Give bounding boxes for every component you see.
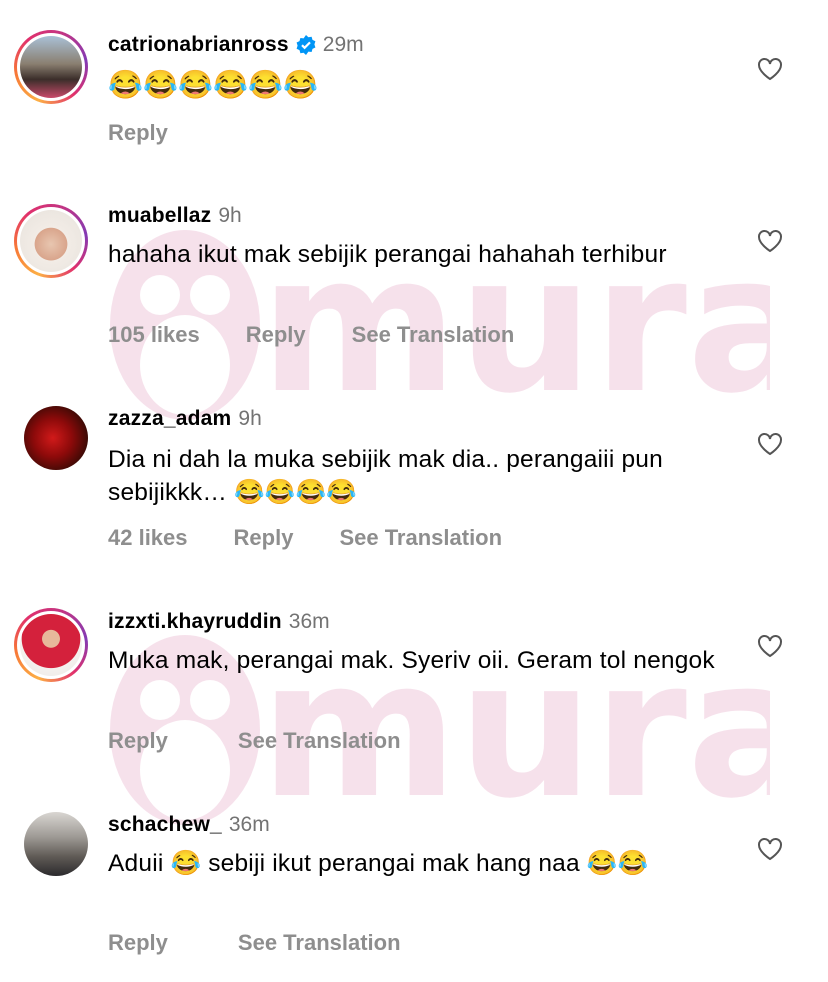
heart-icon[interactable] [757, 634, 783, 658]
avatar[interactable] [24, 812, 88, 876]
reply-button[interactable]: Reply [234, 525, 294, 551]
reply-button[interactable]: Reply [108, 930, 168, 956]
username[interactable]: zazza_adam [108, 407, 231, 431]
username[interactable]: catrionabrianross [108, 33, 289, 57]
heart-icon[interactable] [757, 837, 783, 861]
verified-badge-icon [296, 35, 316, 55]
username[interactable]: muabellaz [108, 204, 211, 228]
reply-button[interactable]: Reply [108, 728, 168, 754]
comment-text: Muka mak, perangai mak. Syeriv oii. Gera… [108, 647, 715, 674]
comment-time: 9h [218, 204, 242, 227]
comment-text: Aduii 😂 sebiji ikut perangai mak hang na… [108, 850, 649, 877]
comment-text: hahaha ikut mak sebijik perangai hahahah… [108, 241, 667, 268]
comment-time: 36m [288, 610, 330, 633]
see-translation-button[interactable]: See Translation [339, 525, 502, 551]
comment-time: 9h [238, 407, 262, 430]
avatar[interactable] [14, 204, 88, 278]
see-translation-button[interactable]: See Translation [352, 322, 515, 348]
avatar[interactable] [24, 406, 88, 470]
avatar[interactable] [14, 30, 88, 104]
heart-icon[interactable] [757, 57, 783, 81]
comment-time: 36m [228, 813, 270, 836]
likes-count[interactable]: 42 likes [108, 525, 188, 551]
heart-icon[interactable] [757, 229, 783, 253]
avatar[interactable] [14, 608, 88, 682]
see-translation-button[interactable]: See Translation [238, 728, 401, 754]
likes-count[interactable]: 105 likes [108, 322, 200, 348]
heart-icon[interactable] [757, 432, 783, 456]
reply-button[interactable]: Reply [108, 120, 168, 146]
comment-text: Dia ni dah la muka sebijik mak dia.. per… [108, 446, 663, 506]
username[interactable]: izzxti.khayruddin [108, 610, 282, 634]
username[interactable]: schachew_ [108, 813, 222, 837]
reply-button[interactable]: Reply [246, 322, 306, 348]
see-translation-button[interactable]: See Translation [238, 930, 401, 956]
comment-text: 😂😂😂😂😂😂 [108, 69, 319, 100]
comment-time: 29m [322, 33, 364, 56]
